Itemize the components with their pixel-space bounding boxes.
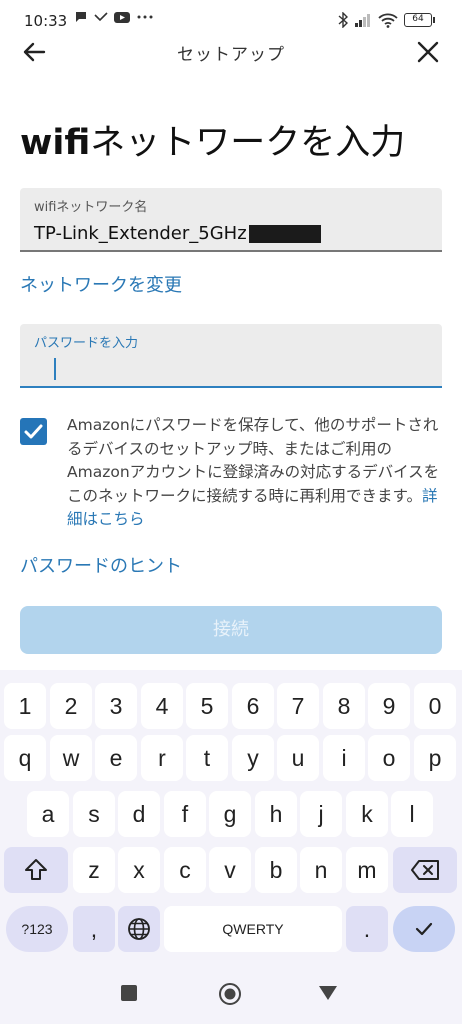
key-9[interactable]: 9 [368,683,410,729]
youtube-icon [114,11,130,23]
check-icon [415,922,433,936]
change-network-link[interactable]: ネットワークを変更 [20,271,182,297]
key-4[interactable]: 4 [141,683,183,729]
key-d[interactable]: d [118,791,160,837]
key-b[interactable]: b [255,847,297,893]
keyboard: 1 2 3 4 5 6 7 8 9 0 q w e r t y u i o p … [0,670,462,970]
key-a[interactable]: a [27,791,69,837]
key-e[interactable]: e [95,735,137,781]
backspace-key[interactable] [393,847,457,893]
shift-key[interactable] [4,847,68,893]
network-name-field[interactable]: wifiネットワーク名 TP-Link_Extender_5GHz [20,188,442,252]
key-f[interactable]: f [164,791,206,837]
home-icon[interactable] [218,982,242,1006]
key-0[interactable]: 0 [414,683,456,729]
key-1[interactable]: 1 [4,683,46,729]
key-p[interactable]: p [414,735,456,781]
key-7[interactable]: 7 [277,683,319,729]
app-header: セットアップ [0,28,462,74]
more-notifications-icon [137,15,153,19]
key-x[interactable]: x [118,847,160,893]
header-title: セットアップ [177,45,285,65]
recent-apps-icon[interactable] [120,984,138,1002]
save-password-checkbox[interactable] [20,418,47,445]
key-z[interactable]: z [73,847,115,893]
key-g[interactable]: g [209,791,251,837]
password-hint-link[interactable]: パスワードのヒント [20,552,182,578]
backspace-icon [411,860,439,880]
connect-button[interactable]: 接続 [20,606,442,654]
key-v[interactable]: v [209,847,251,893]
key-l[interactable]: l [391,791,433,837]
password-field[interactable]: パスワードを入力 [20,324,442,388]
message-icon [76,12,86,22]
key-3[interactable]: 3 [95,683,137,729]
network-name-value: TP-Link_Extender_5GHz [34,223,247,244]
page-title-bold: wifi [20,123,91,163]
save-password-description: Amazonにパスワードを保存して、他のサポートされるデバイスのセットアップ時、… [67,416,440,505]
key-q[interactable]: q [4,735,46,781]
comma-key[interactable]: , [73,906,115,952]
globe-icon [128,918,150,940]
back-triangle-icon[interactable] [318,985,338,1001]
page-title-rest: ネットワークを入力 [90,123,406,163]
key-2[interactable]: 2 [50,683,92,729]
key-h[interactable]: h [255,791,297,837]
key-6[interactable]: 6 [232,683,274,729]
close-icon[interactable] [414,38,442,66]
key-n[interactable]: n [300,847,342,893]
key-t[interactable]: t [186,735,228,781]
bluetooth-icon [338,12,348,28]
checkmark-icon [24,424,43,439]
missed-call-icon [94,12,108,22]
key-m[interactable]: m [346,847,388,893]
space-key[interactable]: QWERTY [164,906,342,952]
signal-icon [355,14,370,27]
key-j[interactable]: j [300,791,342,837]
battery-icon: 64 [404,13,435,27]
password-label: パスワードを入力 [34,336,139,351]
key-i[interactable]: i [323,735,365,781]
key-5[interactable]: 5 [186,683,228,729]
key-y[interactable]: y [232,735,274,781]
wifi-icon [378,13,398,28]
network-name-label: wifiネットワーク名 [34,200,148,215]
shift-icon [25,859,47,880]
key-w[interactable]: w [50,735,92,781]
navigation-bar [0,970,462,1024]
key-o[interactable]: o [368,735,410,781]
key-r[interactable]: r [141,735,183,781]
key-k[interactable]: k [346,791,388,837]
enter-key[interactable] [393,906,455,952]
text-cursor [54,358,56,380]
page-title: wifiネットワークを入力 [20,114,405,165]
key-c[interactable]: c [164,847,206,893]
redacted-block [248,224,321,243]
language-key[interactable] [118,906,160,952]
save-password-text: Amazonにパスワードを保存して、他のサポートされるデバイスのセットアップ時、… [67,414,445,532]
period-key[interactable]: . [346,906,388,952]
symbols-key[interactable]: ?123 [6,906,68,952]
key-8[interactable]: 8 [323,683,365,729]
key-u[interactable]: u [277,735,319,781]
key-s[interactable]: s [73,791,115,837]
